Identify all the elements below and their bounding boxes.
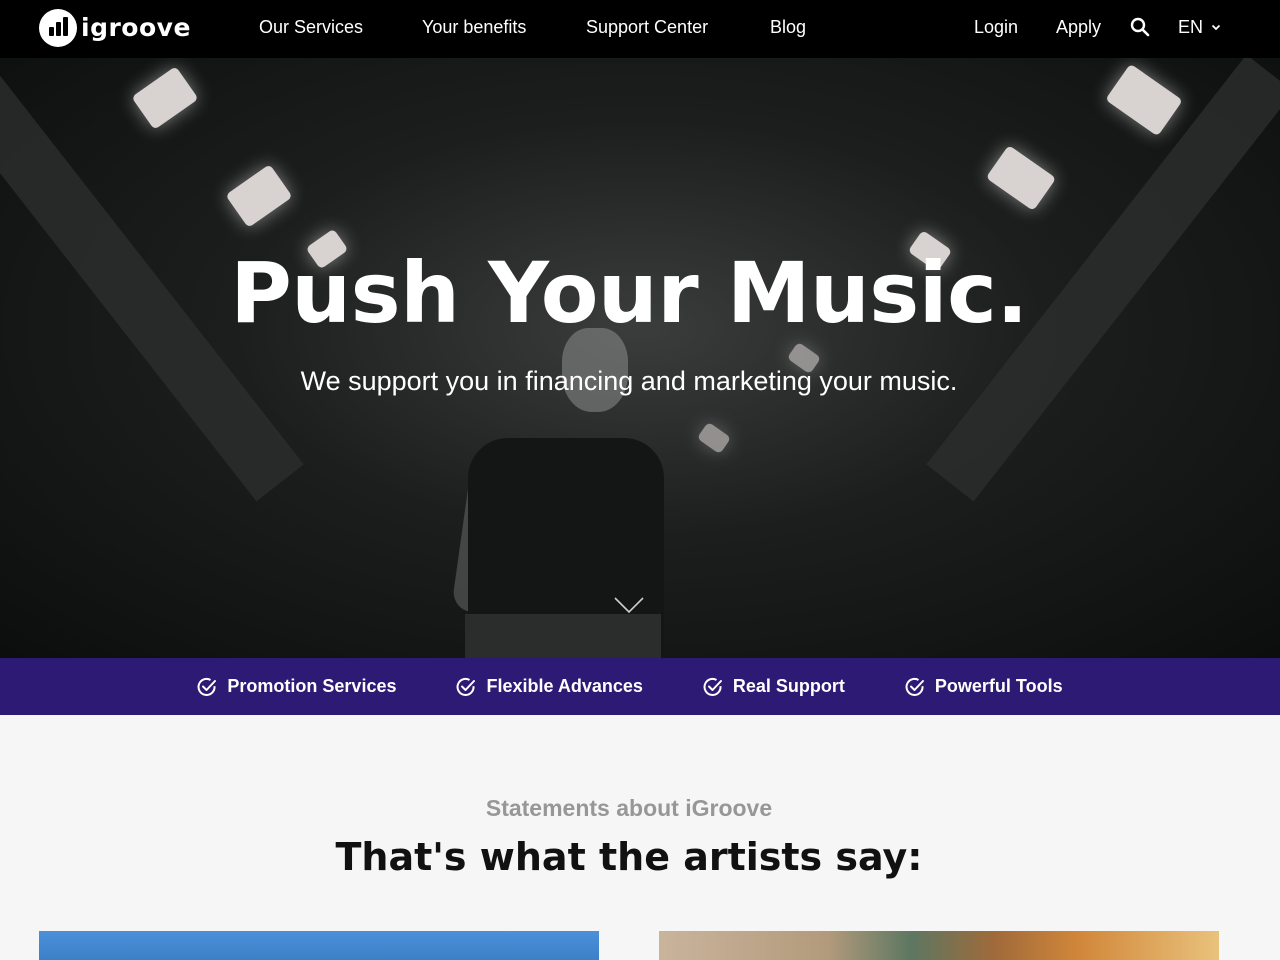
apply-link[interactable]: Apply bbox=[1056, 17, 1101, 38]
chevron-down-icon bbox=[1211, 24, 1221, 31]
nav-your-benefits[interactable]: Your benefits bbox=[422, 17, 526, 38]
feature-label: Powerful Tools bbox=[934, 676, 1063, 696]
login-link[interactable]: Login bbox=[974, 17, 1018, 38]
language-code: EN bbox=[1178, 17, 1204, 37]
feature-label: Flexible Advances bbox=[486, 676, 643, 696]
feature-promotion-services: Promotion Services bbox=[197, 676, 396, 697]
nav-our-services[interactable]: Our Services bbox=[259, 17, 363, 38]
top-navigation: igroove Our Services Your benefits Suppo… bbox=[0, 0, 1280, 58]
testimonial-card-image[interactable] bbox=[659, 931, 1219, 960]
igroove-logo[interactable]: igroove bbox=[39, 9, 191, 47]
check-circle-icon bbox=[905, 677, 924, 696]
chevron-down-icon[interactable] bbox=[614, 596, 644, 614]
logo-mark-icon bbox=[39, 9, 77, 47]
testimonials-eyebrow: Statements about iGroove bbox=[485, 795, 773, 821]
testimonial-card-image[interactable] bbox=[39, 931, 599, 960]
check-circle-icon bbox=[198, 677, 217, 696]
nav-blog[interactable]: Blog bbox=[770, 17, 806, 38]
hero-section: Push Your Music. We support you in finan… bbox=[0, 58, 1280, 658]
feature-label: Real Support bbox=[732, 676, 845, 696]
feature-powerful-tools: Powerful Tools bbox=[905, 676, 1063, 697]
feature-label: Promotion Services bbox=[227, 676, 397, 696]
search-icon[interactable] bbox=[1130, 17, 1150, 37]
nav-support-center[interactable]: Support Center bbox=[586, 17, 708, 38]
check-circle-icon bbox=[703, 677, 722, 696]
logo-wordmark: igroove bbox=[81, 12, 191, 42]
feature-bar: Promotion Services Flexible Advances Rea… bbox=[0, 658, 1280, 715]
hero-title: Push Your Music. bbox=[230, 244, 1028, 342]
feature-real-support: Real Support bbox=[703, 676, 845, 697]
language-selector[interactable]: EN bbox=[1178, 17, 1221, 38]
hero-subtitle: We support you in financing and marketin… bbox=[300, 366, 958, 396]
testimonials-title: That's what the artists say: bbox=[335, 835, 923, 879]
check-circle-icon bbox=[457, 677, 476, 696]
feature-flexible-advances: Flexible Advances bbox=[456, 676, 643, 697]
